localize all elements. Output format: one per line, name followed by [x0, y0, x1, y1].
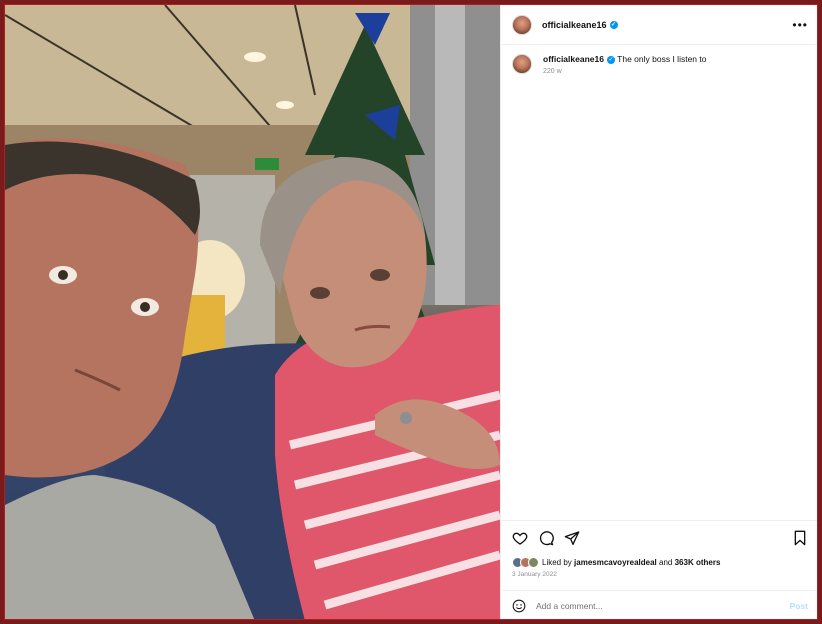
post-comment-button[interactable]: Post — [790, 601, 808, 611]
comment-icon[interactable] — [538, 530, 554, 546]
liked-by-prefix: Liked by — [542, 558, 572, 567]
bookmark-icon[interactable] — [792, 530, 808, 546]
selfie-illustration — [5, 5, 500, 619]
share-icon[interactable] — [564, 530, 580, 546]
liked-by-and: and — [659, 558, 673, 567]
more-options-icon[interactable]: ••• — [792, 19, 808, 31]
emoji-icon[interactable] — [512, 599, 526, 613]
post-date: 3 January 2022 — [512, 571, 557, 578]
post-sidebar: officialkeane16 ✓ ••• officialkeane16 ✓ Th… — [500, 5, 817, 619]
likes-count[interactable]: 363K others — [675, 558, 721, 567]
comment-input[interactable] — [536, 601, 790, 611]
author-username-text[interactable]: officialkeane16 — [542, 20, 607, 30]
caption-text: officialkeane16 ✓ The only boss I listen … — [543, 53, 706, 65]
verified-badge-icon: ✓ — [609, 21, 618, 30]
likes-text: Liked by jamesmcavoyrealdeal and 363K ot… — [542, 558, 720, 567]
post-window: officialkeane16 ✓ ••• officialkeane16 ✓ Th… — [4, 4, 818, 620]
caption-username[interactable]: officialkeane16 — [543, 54, 604, 64]
heart-icon[interactable] — [512, 530, 528, 546]
caption-message: The only boss I listen to — [617, 54, 707, 64]
liked-by-user[interactable]: jamesmcavoyrealdeal — [574, 558, 657, 567]
liker-avatars — [512, 557, 539, 568]
post-caption: officialkeane16 ✓ The only boss I listen … — [512, 53, 812, 75]
comment-bar: Post — [501, 590, 817, 619]
caption-age[interactable]: 220 w — [543, 68, 706, 75]
likes-summary: Liked by jamesmcavoyrealdeal and 363K ot… — [512, 557, 808, 568]
author-avatar[interactable] — [512, 14, 532, 35]
action-icons — [512, 530, 808, 546]
post-header: officialkeane16 ✓ ••• — [501, 5, 817, 45]
liker-avatar[interactable] — [528, 557, 539, 568]
post-photo[interactable] — [5, 5, 500, 619]
caption-avatar[interactable] — [512, 54, 532, 74]
caption-verified-badge-icon: ✓ — [606, 55, 615, 64]
post-actions: Liked by jamesmcavoyrealdeal and 363K ot… — [501, 520, 817, 590]
author-username[interactable]: officialkeane16 ✓ — [542, 20, 618, 30]
caption-body: officialkeane16 ✓ The only boss I listen … — [543, 53, 706, 75]
